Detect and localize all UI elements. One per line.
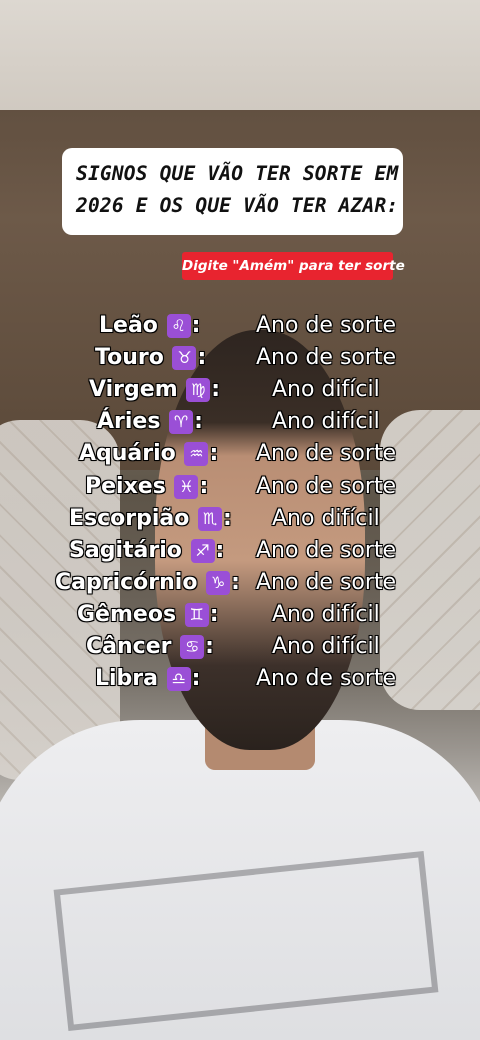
sign-colon: : bbox=[211, 377, 221, 403]
sign-colon: : bbox=[191, 313, 201, 338]
sign-result: Ano de sorte bbox=[256, 666, 397, 692]
sign-name: Gêmeos bbox=[77, 601, 184, 627]
sign-label: Touro ♉: bbox=[95, 342, 206, 374]
sign-name: Touro bbox=[95, 345, 172, 371]
cancer-icon: ♋ bbox=[180, 635, 205, 659]
sign-label: Libra ♎: bbox=[95, 663, 200, 695]
gemini-icon: ♊ bbox=[184, 602, 209, 627]
sign-label: Gêmeos ♊: bbox=[77, 599, 219, 631]
sign-name: Libra bbox=[95, 666, 166, 692]
sign-result: Ano difícil bbox=[272, 634, 380, 659]
sign-name: Aquário bbox=[79, 441, 184, 467]
sign-label: Aquário ♒: bbox=[79, 438, 218, 470]
sign-name: Áries bbox=[97, 409, 169, 435]
sign-label: Escorpião ♏: bbox=[69, 503, 232, 535]
sign-colon: : bbox=[209, 441, 219, 467]
sign-result: Ano de sorte bbox=[256, 537, 397, 563]
sign-row: Leão ♌: Ano de sorte bbox=[0, 310, 480, 342]
virgo-icon: ♍ bbox=[186, 378, 211, 403]
sign-row: Touro ♉: Ano de sorte bbox=[0, 342, 480, 374]
sign-colon: : bbox=[199, 473, 209, 499]
sign-colon: : bbox=[197, 345, 207, 371]
sign-result: Ano difícil bbox=[272, 601, 380, 627]
sign-result: Ano difícil bbox=[272, 505, 380, 531]
sign-name: Câncer bbox=[86, 634, 180, 659]
sign-label: Virgem ♍: bbox=[89, 374, 220, 406]
sign-colon: : bbox=[194, 409, 203, 435]
sign-name: Capricórnio bbox=[55, 569, 206, 595]
cta-banner: Digite "Amém" para ter sorte bbox=[182, 252, 405, 280]
sign-colon: : bbox=[205, 634, 214, 659]
taurus-icon: ♉ bbox=[172, 346, 197, 371]
sign-row: Áries ♈: Ano difícil bbox=[0, 406, 480, 438]
sign-colon: : bbox=[231, 569, 240, 595]
sign-colon: : bbox=[209, 601, 219, 627]
sign-result: Ano de sorte bbox=[256, 345, 397, 371]
sign-result: Ano de sorte bbox=[256, 441, 397, 467]
leo-icon: ♌ bbox=[166, 314, 191, 338]
capricorn-icon: ♑ bbox=[206, 570, 231, 595]
sign-label: Leão ♌: bbox=[99, 310, 200, 342]
title-line-1: SIGNOS QUE VÃO TER SORTE EM bbox=[76, 162, 399, 185]
sign-row: Escorpião ♏: Ano difícil bbox=[0, 503, 480, 535]
sign-label: Peixes ♓: bbox=[85, 471, 208, 503]
aquarius-icon: ♒ bbox=[184, 442, 209, 467]
scorpio-icon: ♏ bbox=[198, 506, 223, 531]
sign-name: Sagitário bbox=[69, 537, 190, 563]
sign-result: Ano difícil bbox=[272, 409, 380, 435]
pisces-icon: ♓ bbox=[174, 474, 199, 499]
sign-result: Ano de sorte bbox=[256, 569, 397, 595]
sagittarius-icon: ♐ bbox=[190, 538, 215, 563]
sign-result: Ano de sorte bbox=[256, 473, 397, 499]
sign-row: Virgem ♍: Ano difícil bbox=[0, 374, 480, 406]
sign-label: Câncer ♋: bbox=[86, 631, 214, 663]
sign-row: Sagitário ♐: Ano de sorte bbox=[0, 535, 480, 567]
sign-row: Peixes ♓: Ano de sorte bbox=[0, 471, 480, 503]
sign-colon: : bbox=[215, 537, 225, 563]
libra-icon: ♎ bbox=[166, 667, 191, 692]
sign-label: Capricórnio ♑: bbox=[55, 567, 240, 599]
aries-icon: ♈ bbox=[169, 410, 194, 435]
sign-name: Virgem bbox=[89, 377, 186, 403]
sign-row: Câncer ♋: Ano difícil bbox=[0, 631, 480, 663]
sign-row: Capricórnio ♑: Ano de sorte bbox=[0, 567, 480, 599]
sign-colon: : bbox=[223, 505, 232, 531]
sign-result: Ano de sorte bbox=[256, 313, 397, 338]
sign-name: Peixes bbox=[85, 473, 174, 499]
sign-result: Ano difícil bbox=[272, 377, 380, 403]
sign-row: Aquário ♒: Ano de sorte bbox=[0, 438, 480, 470]
sign-label: Sagitário ♐: bbox=[69, 535, 224, 567]
sign-label: Áries ♈: bbox=[97, 406, 203, 438]
title-card: SIGNOS QUE VÃO TER SORTE EM 2026 E OS QU… bbox=[62, 148, 403, 235]
sign-row: Libra ♎: Ano de sorte bbox=[0, 663, 480, 695]
sign-row: Gêmeos ♊: Ano difícil bbox=[0, 599, 480, 631]
sign-name: Escorpião bbox=[69, 505, 198, 531]
sign-name: Leão bbox=[99, 313, 166, 338]
title-line-2: 2026 E OS QUE VÃO TER AZAR: bbox=[76, 194, 399, 217]
sign-colon: : bbox=[191, 666, 201, 692]
